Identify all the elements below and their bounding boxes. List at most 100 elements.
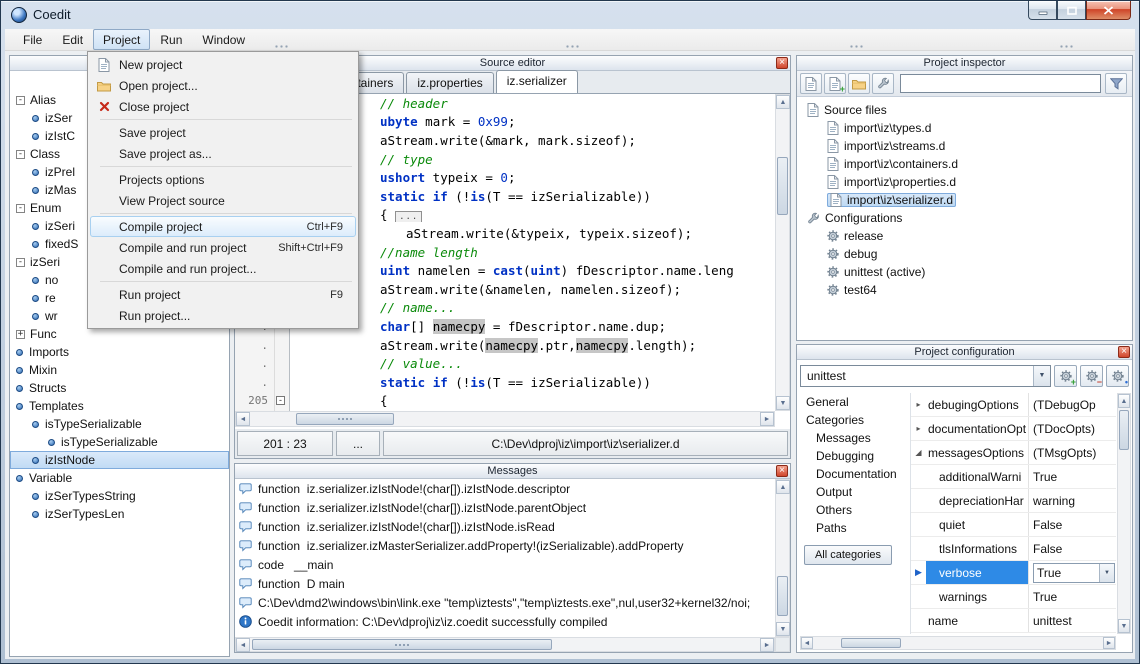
close-messages-button[interactable]	[776, 465, 788, 477]
scroll-up-arrow[interactable]: ▲	[776, 480, 790, 494]
category-general[interactable]: General	[800, 393, 909, 411]
inspector-item-unittest-active[interactable]: unittest (active)	[797, 263, 1132, 281]
message-row[interactable]: function iz.serializer.izIstNode!(char[]…	[235, 517, 775, 536]
new-source-button[interactable]	[800, 73, 822, 94]
menu-item-open-project[interactable]: Open project...	[90, 75, 356, 96]
menu-item-view-project-source[interactable]: View Project source	[90, 190, 356, 211]
clone-config-gear-button[interactable]: •	[1106, 365, 1129, 387]
inspector-item-import-iz-types-d[interactable]: import\iz\types.d	[797, 119, 1132, 137]
close-button[interactable]	[1086, 1, 1131, 20]
configuration-combobox[interactable]: unittest ▼	[800, 365, 1051, 387]
configuration-horizontal-scrollbar[interactable]: ◄ ►	[800, 636, 1116, 650]
inspector-item-source-files[interactable]: Source files	[797, 101, 1132, 119]
scroll-thumb[interactable]	[252, 639, 552, 650]
expand-icon[interactable]: ▸	[911, 393, 926, 416]
menu-item-compile-and-run-project[interactable]: Compile and run projectShift+Ctrl+F9	[90, 237, 356, 258]
scroll-left-arrow[interactable]: ◄	[236, 412, 250, 426]
messages-vertical-scrollbar[interactable]: ▲ ▼	[775, 479, 790, 637]
symbol-item-izsertypeslen[interactable]: izSerTypesLen	[10, 505, 229, 523]
messages-horizontal-scrollbar[interactable]: ◄ ►	[235, 637, 775, 652]
scroll-thumb[interactable]	[841, 638, 901, 648]
message-row[interactable]: function iz.serializer.izMasterSerialize…	[235, 536, 775, 555]
inspector-item-import-iz-containers-d[interactable]: import\iz\containers.d	[797, 155, 1132, 173]
symbol-item-structs[interactable]: Structs	[10, 379, 229, 397]
property-row-warnings[interactable]: warningsTrue	[911, 585, 1116, 609]
splitter-grip[interactable]	[565, 45, 581, 48]
splitter-grip[interactable]	[849, 45, 865, 48]
splitter-grip[interactable]	[274, 45, 290, 48]
inspector-item-import-iz-streams-d[interactable]: import\iz\streams.d	[797, 137, 1132, 155]
scroll-thumb[interactable]	[1119, 410, 1129, 450]
symbol-item-izistnode[interactable]: izIstNode	[10, 451, 229, 469]
expand-icon[interactable]: +	[16, 330, 25, 339]
grid-vertical-scrollbar[interactable]: ▲ ▼	[1117, 393, 1131, 634]
scroll-right-arrow[interactable]: ►	[760, 412, 774, 426]
scroll-left-arrow[interactable]: ◄	[801, 637, 813, 649]
all-categories-button[interactable]: All categories	[804, 545, 892, 565]
project-settings-button[interactable]	[872, 73, 894, 94]
category-paths[interactable]: Paths	[800, 519, 909, 537]
menu-file[interactable]: File	[13, 29, 52, 50]
inspector-item-import-iz-properties-d[interactable]: import\iz\properties.d	[797, 173, 1132, 191]
property-row-depreciationhar[interactable]: depreciationHarwarning	[911, 489, 1116, 513]
inspector-item-debug[interactable]: debug	[797, 245, 1132, 263]
category-output[interactable]: Output	[800, 483, 909, 501]
scroll-thumb[interactable]	[296, 413, 394, 425]
inspector-item-release[interactable]: release	[797, 227, 1132, 245]
editor-horizontal-scrollbar[interactable]: ◄ ►	[235, 411, 775, 427]
scroll-up-arrow[interactable]: ▲	[776, 95, 790, 109]
collapse-icon[interactable]: -	[16, 258, 25, 267]
scroll-right-arrow[interactable]: ►	[760, 638, 774, 652]
menu-item-save-project-as[interactable]: Save project as...	[90, 143, 356, 164]
open-folder-button[interactable]	[848, 73, 870, 94]
category-documentation[interactable]: Documentation	[800, 465, 909, 483]
symbol-item-istypeserializable[interactable]: isTypeSerializable	[10, 433, 229, 451]
scroll-thumb[interactable]	[777, 576, 788, 616]
collapse-icon[interactable]: ◢	[911, 441, 926, 464]
collapse-icon[interactable]: -	[16, 150, 25, 159]
expand-icon[interactable]: ▸	[911, 417, 926, 440]
symbol-item-templates[interactable]: Templates	[10, 397, 229, 415]
message-row[interactable]: function D main	[235, 574, 775, 593]
menu-run[interactable]: Run	[150, 29, 192, 50]
symbol-item-imports[interactable]: Imports	[10, 343, 229, 361]
menu-item-compile-project[interactable]: Compile projectCtrl+F9	[90, 216, 356, 237]
property-row-quiet[interactable]: quietFalse	[911, 513, 1116, 537]
message-row[interactable]: function iz.serializer.izIstNode!(char[]…	[235, 479, 775, 498]
chevron-down-icon[interactable]: ▼	[1033, 366, 1050, 386]
inspector-item-test64[interactable]: test64	[797, 281, 1132, 299]
inspector-item-configurations[interactable]: Configurations	[797, 209, 1132, 227]
code-line[interactable]: .// value...	[235, 354, 790, 373]
close-source-editor-button[interactable]	[776, 57, 788, 69]
scroll-up-arrow[interactable]: ▲	[1118, 394, 1130, 408]
property-row-verbose[interactable]: ▶verboseTrue▼	[911, 561, 1116, 585]
add-config-gear-button[interactable]: +	[1054, 365, 1077, 387]
scroll-down-arrow[interactable]: ▼	[776, 622, 790, 636]
inspector-item-import-iz-serializer-d[interactable]: import\iz\serializer.d	[797, 191, 1132, 209]
symbol-item-istypeserializable[interactable]: isTypeSerializable	[10, 415, 229, 433]
remove-config-gear-button[interactable]: −	[1080, 365, 1103, 387]
category-categories[interactable]: Categories	[800, 411, 909, 429]
menu-window[interactable]: Window	[192, 29, 255, 50]
category-others[interactable]: Others	[800, 501, 909, 519]
chevron-down-icon[interactable]: ▼	[1099, 564, 1114, 582]
code-line[interactable]: .aStream.write(namecpy.ptr,namecpy.lengt…	[235, 336, 790, 355]
menu-item-save-project[interactable]: Save project	[90, 122, 356, 143]
property-row-documentationopt[interactable]: ▸documentationOpt(TDocOpts)	[911, 417, 1116, 441]
scroll-right-arrow[interactable]: ►	[1103, 637, 1115, 649]
property-row-tlsinformations[interactable]: tlsInformationsFalse	[911, 537, 1116, 561]
collapse-icon[interactable]: -	[16, 204, 25, 213]
filter-button[interactable]	[1105, 73, 1127, 94]
message-row[interactable]: Coedit information: C:\Dev\dproj\iz\iz.c…	[235, 612, 775, 631]
minimize-button[interactable]	[1028, 1, 1057, 20]
property-row-additionalwarni[interactable]: additionalWarniTrue	[911, 465, 1116, 489]
menu-item-close-project[interactable]: Close project	[90, 96, 356, 117]
property-row-messagesoptions[interactable]: ◢messagesOptions(TMsgOpts)	[911, 441, 1116, 465]
collapse-icon[interactable]: -	[16, 96, 25, 105]
code-line[interactable]: .static if (!is(T == izSerializable))	[235, 373, 790, 392]
message-row[interactable]: C:\Dev\dmd2\windows\bin\link.exe "temp\i…	[235, 593, 775, 612]
value-combobox[interactable]: True▼	[1033, 563, 1115, 583]
menu-item-run-project[interactable]: Run project...	[90, 305, 356, 326]
tab-iz-serializer[interactable]: iz.serializer	[496, 70, 578, 93]
category-debugging[interactable]: Debugging	[800, 447, 909, 465]
